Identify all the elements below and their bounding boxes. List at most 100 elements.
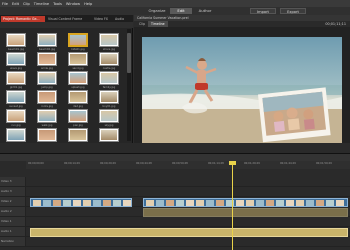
thumbnail-image: [39, 130, 55, 140]
thumbnail-caption: shore.jpg: [102, 48, 116, 51]
video-clip[interactable]: [30, 197, 132, 207]
media-thumbnail[interactable]: [68, 71, 88, 85]
ruler-tick: 00;01;44;29: [280, 162, 296, 165]
media-thumbnail[interactable]: [68, 52, 88, 66]
thumbnail-caption: girl01.jpg: [9, 86, 23, 89]
import-button[interactable]: Import: [250, 8, 276, 14]
clip-frame: [83, 199, 91, 206]
media-thumbnail[interactable]: [37, 128, 57, 142]
media-thumbnail[interactable]: [6, 128, 26, 142]
thumbnail-image: [101, 35, 117, 45]
thumbnail-image: [70, 92, 86, 102]
clip-frame: [166, 199, 174, 206]
clip-frame: [103, 199, 111, 206]
menu-help[interactable]: Help: [84, 2, 92, 6]
media-thumbnail[interactable]: [6, 52, 26, 66]
track-label: Audio 2: [1, 209, 12, 213]
playhead[interactable]: [232, 165, 233, 250]
media-thumbnail[interactable]: [99, 33, 119, 47]
clip-frame: [123, 199, 131, 206]
thumbnail-image: [39, 92, 55, 102]
thumbnail-caption: pier.jpg: [73, 124, 83, 127]
media-thumbnail[interactable]: [99, 71, 119, 85]
ruler-tick: 00;00;00;00: [28, 162, 44, 165]
track-video-1: Video 1: [0, 217, 350, 227]
media-thumbnail[interactable]: [99, 90, 119, 104]
media-thumbnail[interactable]: [37, 52, 57, 66]
thumbnail-caption: rocks.jpg: [41, 105, 53, 108]
menu-clip[interactable]: Clip: [23, 2, 30, 6]
media-thumbnail[interactable]: [37, 90, 57, 104]
ruler-tick: 00;00;29;29: [100, 162, 116, 165]
tab-organize[interactable]: Organize: [146, 8, 168, 14]
media-thumbnail[interactable]: [6, 109, 26, 123]
media-thumbnail[interactable]: [99, 109, 119, 123]
project-toolbar: [0, 22, 133, 28]
thumbnail-caption: sand.jpg: [72, 67, 84, 70]
menu-file[interactable]: File: [2, 2, 8, 6]
thumbnail-image: [101, 111, 117, 121]
track-audio-1: Audio 1: [0, 227, 350, 237]
track-label: Video 2: [1, 199, 12, 203]
thumbnail-image: [8, 111, 24, 121]
tab-timeline-monitor[interactable]: Timeline: [148, 21, 168, 27]
clip-frame: [306, 199, 314, 206]
timeline-ruler[interactable]: 00;00;00;00 00;00;14;29 00;00;29;29 00;0…: [26, 161, 350, 169]
clip-frame: [33, 199, 41, 206]
tab-edit[interactable]: Edit: [170, 8, 192, 14]
media-thumbnail[interactable]: [6, 33, 26, 47]
menu-edit[interactable]: Edit: [12, 2, 19, 6]
track-label: Audio 1: [1, 229, 12, 233]
track-video-2: Video 2: [0, 197, 350, 207]
media-thumbnail[interactable]: [68, 128, 88, 142]
clip-frame: [53, 199, 61, 206]
monitor-timecode: 00;01;11;11: [325, 22, 346, 26]
thumbnail-caption: sky.jpg: [104, 124, 114, 127]
media-thumbnail[interactable]: [6, 71, 26, 85]
thumbnail-caption: walk.jpg: [41, 124, 53, 127]
media-thumbnail[interactable]: [68, 109, 88, 123]
clip-frame: [186, 199, 194, 206]
clip-frame: [216, 199, 224, 206]
media-thumbnail[interactable]: [99, 128, 119, 142]
thumbnail-image: [39, 73, 55, 83]
thumbnail-image: [39, 35, 55, 45]
thumbnail-image: [101, 54, 117, 64]
clip-frame: [196, 199, 204, 206]
clip-frame: [336, 199, 344, 206]
scrollbar-thumb[interactable]: [127, 33, 131, 73]
thumbnail-caption: dad.jpg: [73, 105, 83, 108]
workspace-nav: Organize Edit Author Import Export: [0, 7, 350, 15]
track-label: Video 1: [1, 219, 12, 223]
media-thumbnail[interactable]: [37, 109, 57, 123]
menu-window[interactable]: Window: [66, 2, 80, 6]
media-thumbnail[interactable]: [68, 90, 88, 104]
clip-frame: [43, 199, 51, 206]
tab-clip[interactable]: Clip: [136, 21, 148, 27]
thumbnail-image: [39, 111, 55, 121]
video-clip[interactable]: [143, 197, 348, 207]
thumbnail-caption: splash.jpg: [71, 86, 85, 89]
monitor-panel: California Summer Vacation.prel Clip Tim…: [134, 15, 350, 149]
thumbnail-caption: sunset.jpg: [9, 105, 23, 108]
menu-timeline[interactable]: Timeline: [34, 2, 49, 6]
thumbnail-image: [101, 92, 117, 102]
media-thumbnail[interactable]: [37, 71, 57, 85]
media-thumbnail[interactable]: [37, 33, 57, 47]
track-video-3: Video 3: [0, 177, 350, 187]
clip-frame: [246, 199, 254, 206]
media-thumbnail[interactable]: [99, 52, 119, 66]
clip-frame: [326, 199, 334, 206]
tab-author[interactable]: Author: [194, 8, 216, 14]
thumbnail-image: [70, 111, 86, 121]
menu-tools[interactable]: Tools: [53, 2, 62, 6]
thumbnail-caption: beach02.jpg: [38, 48, 56, 51]
export-button[interactable]: Export: [280, 8, 306, 14]
media-thumbnail[interactable]: [6, 90, 26, 104]
ruler-tick: 00;00;14;29: [64, 162, 80, 165]
media-thumbnail[interactable]: [68, 33, 88, 47]
audio-clip[interactable]: [30, 227, 348, 237]
audio-clip[interactable]: [143, 207, 348, 217]
project-scrollbar[interactable]: [127, 29, 131, 141]
menu-bar: File Edit Clip Timeline Tools Window Hel…: [0, 0, 350, 7]
